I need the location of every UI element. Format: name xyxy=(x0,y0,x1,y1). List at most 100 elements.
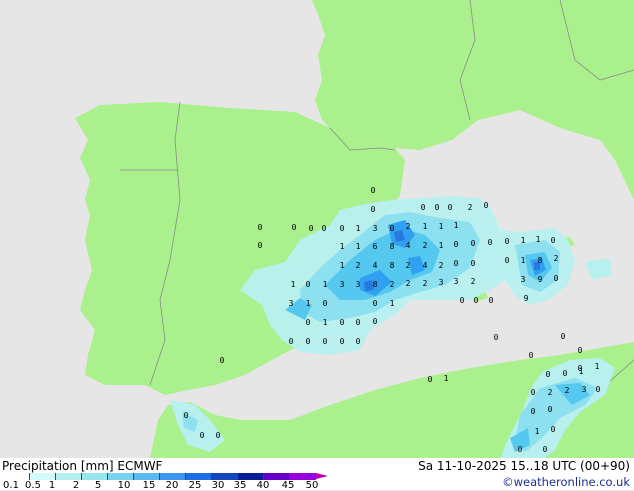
precip-value: 0 xyxy=(258,223,263,232)
scale-label: 30 xyxy=(211,480,225,491)
precip-value: 2 xyxy=(548,388,553,397)
precip-value: 2 xyxy=(565,386,570,395)
precip-value: 0 xyxy=(435,203,440,212)
precip-value: 0 xyxy=(323,337,328,346)
precip-value: 3 xyxy=(373,224,378,233)
precip-value: 0 xyxy=(200,431,205,440)
precip-value: 2 xyxy=(471,277,476,286)
precip-value: 0 xyxy=(448,203,453,212)
precip-value: 0 xyxy=(563,369,568,378)
scale-swatch xyxy=(56,473,82,480)
precip-value: 1 xyxy=(444,374,449,383)
precip-value: 0 xyxy=(551,236,556,245)
precip-value: 3 xyxy=(521,275,526,284)
precip-value: 0 xyxy=(216,431,221,440)
precip-value: 1 xyxy=(340,261,345,270)
precip-value: 8 xyxy=(390,242,395,251)
scale-label: 45 xyxy=(281,480,295,491)
scale-swatch xyxy=(238,473,264,480)
precip-value: 0 xyxy=(471,239,476,248)
precip-value: 0 xyxy=(554,274,559,283)
precip-value: 0 xyxy=(505,237,510,246)
precip-value: 0 xyxy=(488,238,493,247)
map-canvas: 00 0 0 0 2 00 0 0 0 0 1 3 0 2 1 1 10 1 1 6 8 4 2 1 0 0 0 0 1 1 01 2 4 8 2 4… xyxy=(0,0,634,458)
precip-value: 1 xyxy=(356,242,361,251)
scale-label: 35 xyxy=(233,480,247,491)
precip-value: 8 xyxy=(373,280,378,289)
scale-swatch xyxy=(212,473,238,480)
scale-swatch xyxy=(108,473,134,480)
precip-value: 0 xyxy=(454,240,459,249)
scale-swatch xyxy=(160,473,186,480)
scale-label: 0.1 xyxy=(3,480,19,491)
precip-value: 0 xyxy=(561,332,566,341)
precip-value: 2 xyxy=(423,241,428,250)
precip-value: 1 xyxy=(521,236,526,245)
precip-value: 6 xyxy=(373,242,378,251)
precip-value: 0 xyxy=(489,296,494,305)
precip-value: 0 xyxy=(578,346,583,355)
precip-value: 1 xyxy=(439,222,444,231)
precip-value: 2 xyxy=(356,261,361,270)
scale-swatch xyxy=(82,473,108,480)
precip-value: 0 xyxy=(471,259,476,268)
legend-footer: Precipitation [mm] ECMWF Sa 11-10-2025 1… xyxy=(0,458,634,491)
precip-value: 1 xyxy=(390,299,395,308)
scale-label: 50 xyxy=(305,480,319,491)
precip-value: 4 xyxy=(423,261,428,270)
scale-label: 15 xyxy=(142,480,156,491)
scale-label: 20 xyxy=(165,480,179,491)
precip-value: 2 xyxy=(406,279,411,288)
scale-labels: 0.1 0.5 1 2 5 10 15 20 25 30 35 40 45 50 xyxy=(0,480,340,491)
precip-value: 9 xyxy=(524,294,529,303)
precip-value: 2 xyxy=(406,261,411,270)
precipitation-title: Precipitation [mm] ECMWF xyxy=(2,459,163,473)
precip-value: 4 xyxy=(406,241,411,250)
precip-value: 0 xyxy=(596,385,601,394)
precip-value: 0 xyxy=(371,186,376,195)
precip-value: 0 xyxy=(531,407,536,416)
scale-swatch xyxy=(290,473,316,480)
precip-value: 8 xyxy=(390,261,395,270)
precip-value: 0 xyxy=(494,333,499,342)
precip-value: 0 xyxy=(322,224,327,233)
precip-value: 1 xyxy=(535,427,540,436)
precip-value: 0 xyxy=(306,337,311,346)
precip-value: 2 xyxy=(554,254,559,263)
precip-value: 0 xyxy=(323,299,328,308)
precip-value: 0 xyxy=(373,317,378,326)
precip-value: 1 xyxy=(579,367,584,376)
precip-value: 0 xyxy=(289,337,294,346)
precip-value: 0 xyxy=(309,224,314,233)
precip-value: 0 xyxy=(258,241,263,250)
valid-time: Sa 11-10-2025 15..18 UTC (00+90) xyxy=(418,459,630,473)
precip-value: 0 xyxy=(306,318,311,327)
color-scale xyxy=(4,473,316,480)
credit-link[interactable]: ©weatheronline.co.uk xyxy=(502,475,630,489)
scale-swatch xyxy=(186,473,212,480)
precip-value: 3 xyxy=(289,299,294,308)
precip-value: 0 xyxy=(474,296,479,305)
precipitation-map[interactable]: 0000020000001302111011684210000110124824… xyxy=(0,0,634,458)
precip-value: 0 xyxy=(356,337,361,346)
precip-value: 2 xyxy=(423,279,428,288)
precip-value: 1 xyxy=(595,362,600,371)
precip-value: 1 xyxy=(306,299,311,308)
precip-value: 1 xyxy=(323,318,328,327)
precip-value: 1 xyxy=(291,280,296,289)
scale-label: 5 xyxy=(94,480,102,491)
precip-value: 0 xyxy=(505,256,510,265)
scale-label: 10 xyxy=(117,480,131,491)
precip-value: 0 xyxy=(529,351,534,360)
precip-value: 2 xyxy=(439,261,444,270)
scale-arrow xyxy=(316,473,328,479)
precip-value: 0 xyxy=(373,299,378,308)
precip-value: 8 xyxy=(538,256,543,265)
precip-value: 0 xyxy=(340,318,345,327)
precip-value: 0 xyxy=(220,356,225,365)
precip-value: 3 xyxy=(439,278,444,287)
precip-value: 0 xyxy=(518,445,523,454)
scale-swatch xyxy=(134,473,160,480)
precip-value: 3 xyxy=(454,277,459,286)
precip-value: 0 xyxy=(543,445,548,454)
